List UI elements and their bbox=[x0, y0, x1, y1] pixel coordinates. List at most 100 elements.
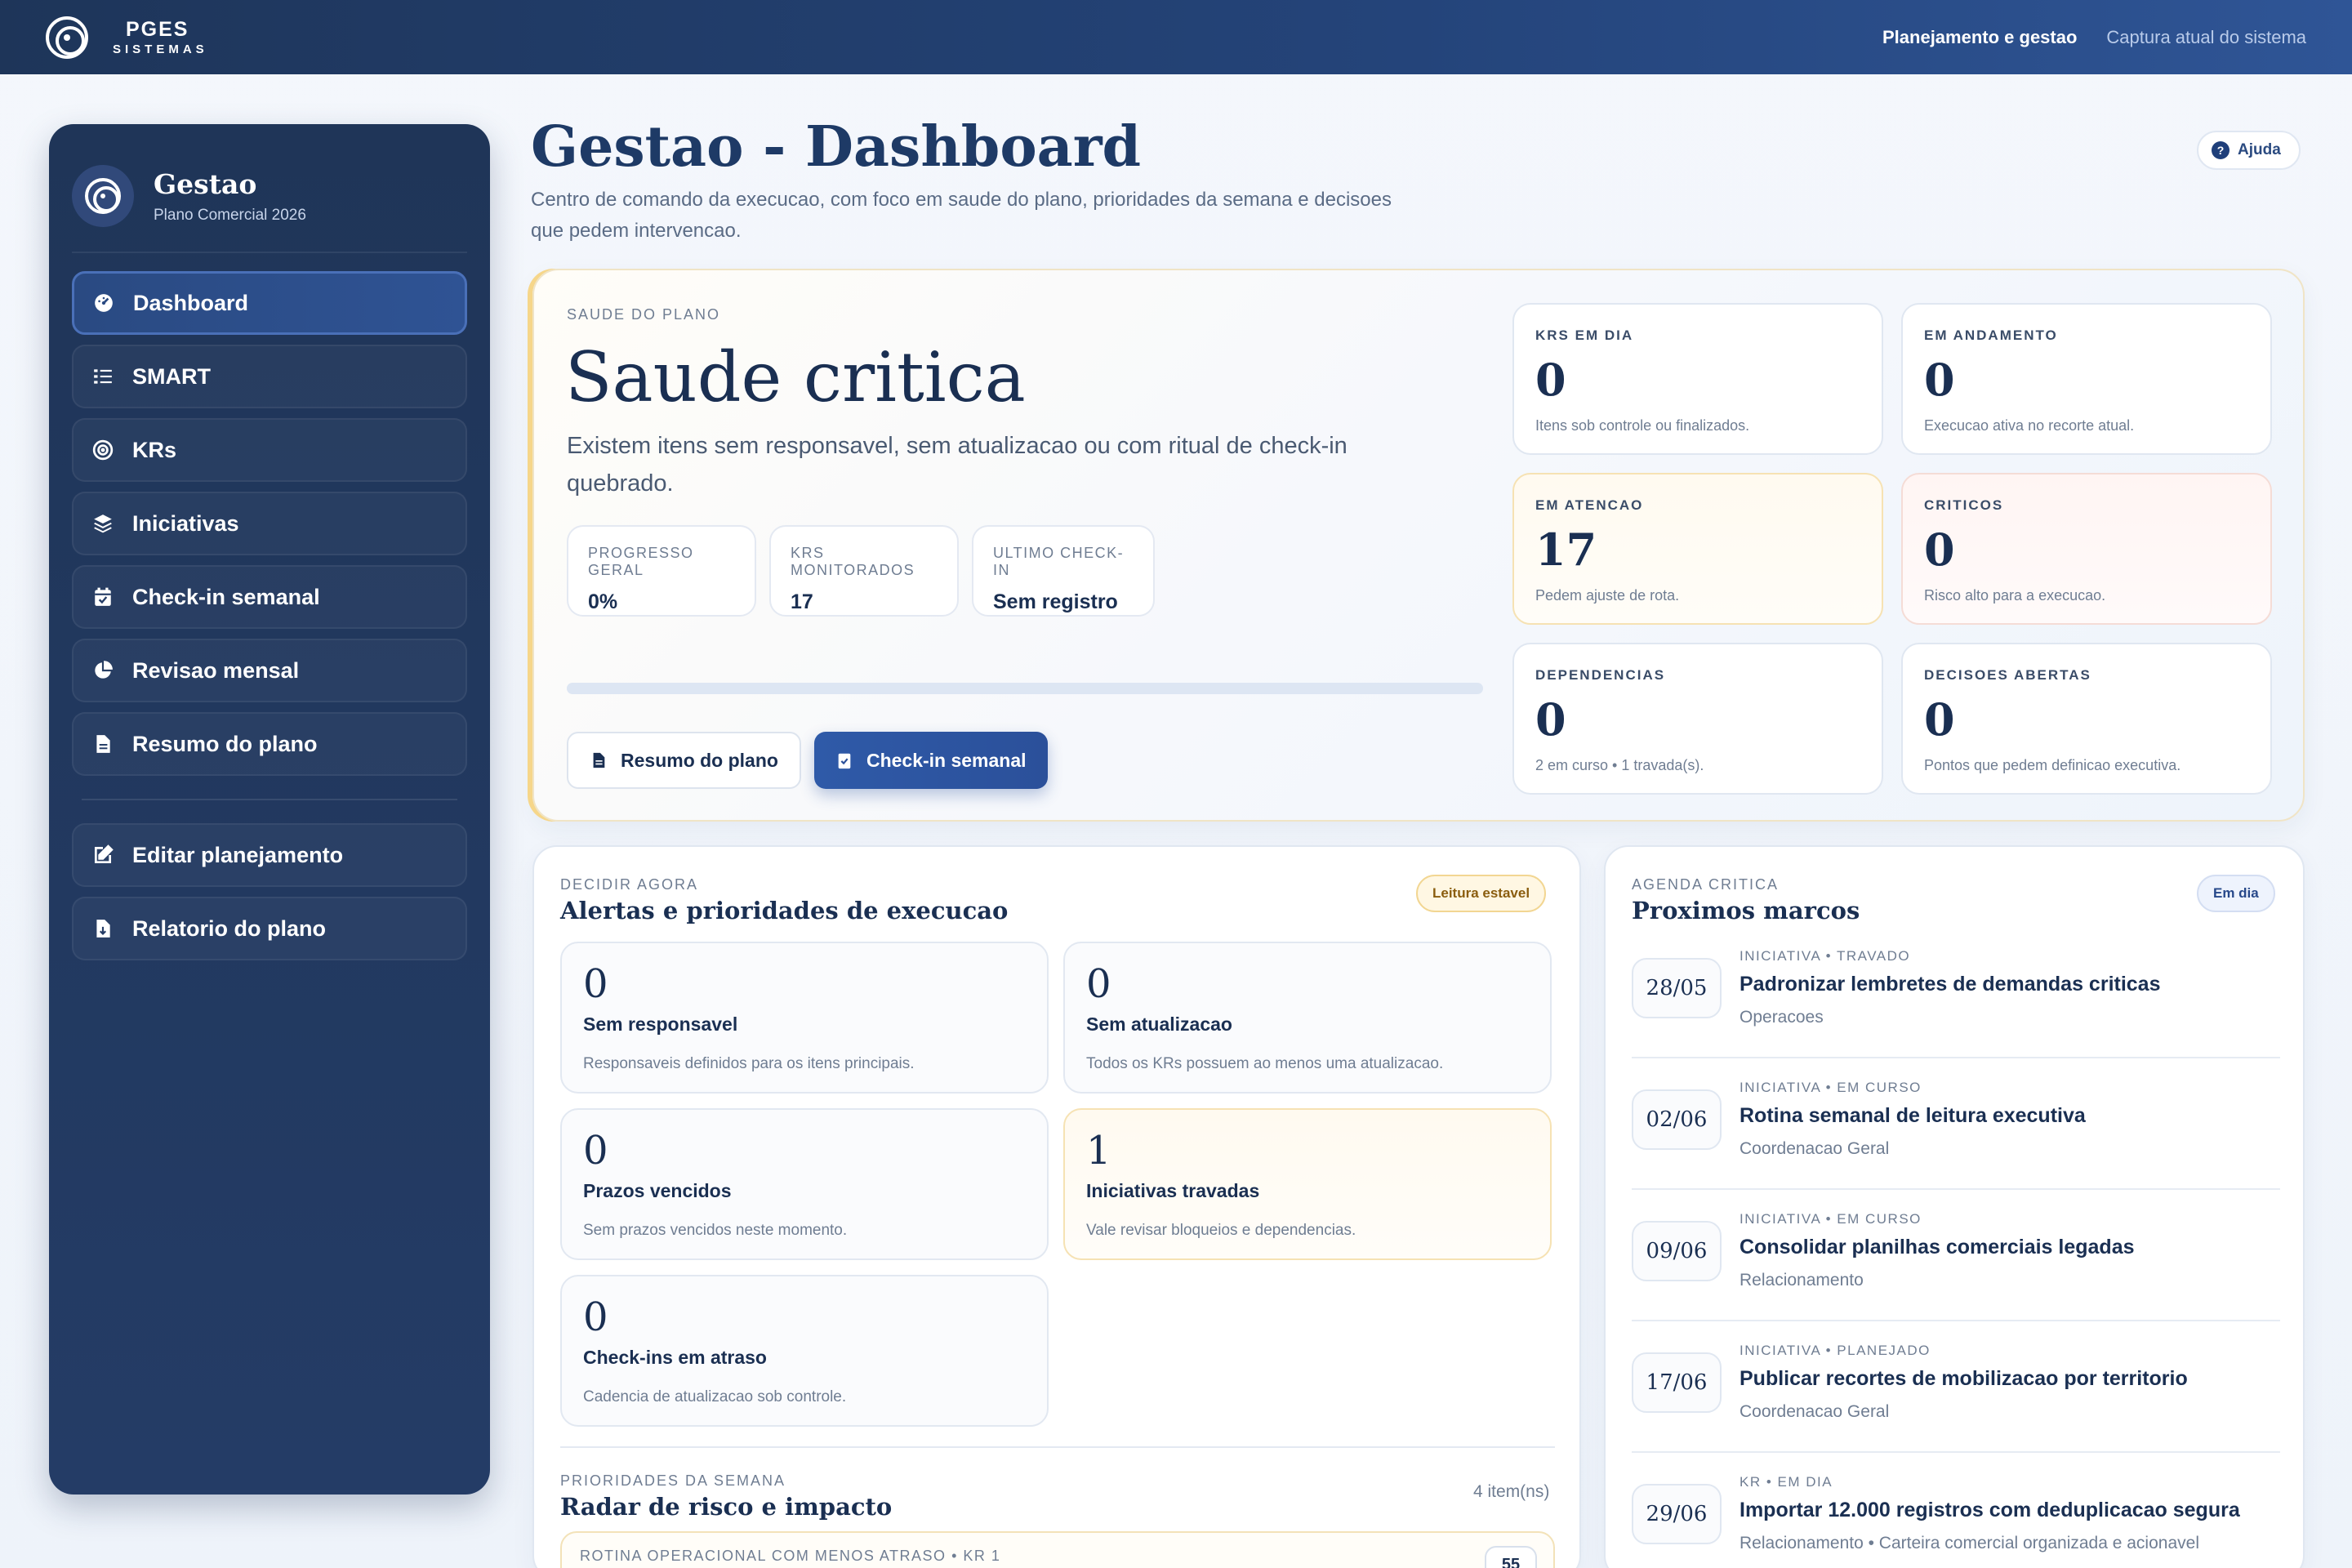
alert-value: 0 bbox=[583, 961, 608, 1007]
section-divider bbox=[560, 1446, 1555, 1448]
mini-stats: PROGRESSO GERAL 0% KRS MONITORADOS 17 UL… bbox=[567, 525, 1155, 617]
alert-title: Sem atualizacao bbox=[1086, 1013, 1232, 1035]
alert-sem-atualizacao[interactable]: 0 Sem atualizacao Todos os KRs possuem a… bbox=[1063, 942, 1552, 1094]
brand-subtitle: SISTEMAS bbox=[113, 42, 208, 56]
milestone-owner: Coordenacao Geral bbox=[1740, 1139, 1890, 1158]
sidebar-item-krs[interactable]: KRs bbox=[72, 418, 467, 482]
radar-count: 4 item(ns) bbox=[1473, 1482, 1550, 1501]
sidebar-item-label: Relatorio do plano bbox=[132, 915, 327, 941]
sidebar-item-label: Dashboard bbox=[133, 290, 249, 315]
milestone-date: 09/06 bbox=[1632, 1221, 1722, 1281]
status-badge: Leitura estavel bbox=[1416, 875, 1547, 912]
sidebar-header: Gestao Plano Comercial 2026 bbox=[72, 124, 467, 253]
sidebar-item-smart[interactable]: SMART bbox=[72, 345, 467, 408]
clipboard-check-icon bbox=[838, 753, 851, 769]
document-icon bbox=[91, 733, 114, 755]
alert-iniciativas-travadas[interactable]: 1 Iniciativas travadas Vale revisar bloq… bbox=[1063, 1108, 1552, 1260]
sidebar-nav: Dashboard SMART KRs Iniciativas Check-in… bbox=[72, 271, 467, 960]
radar-score: 55 bbox=[1485, 1546, 1537, 1568]
milestone-date: 29/06 bbox=[1632, 1484, 1722, 1544]
stat-label: DECISOES ABERTAS bbox=[1924, 667, 2091, 683]
sidebar-item-label: Editar planejamento bbox=[132, 842, 344, 867]
stat-value: 0 bbox=[1535, 693, 1566, 746]
sidebar-item-iniciativas[interactable]: Iniciativas bbox=[72, 492, 467, 555]
alert-value: 0 bbox=[583, 1128, 608, 1174]
overall-progress-bar bbox=[567, 683, 1483, 694]
alert-value: 0 bbox=[1086, 961, 1111, 1007]
list-item[interactable]: 29/06 KR • EM DIA Importar 12.000 regist… bbox=[1632, 1453, 2280, 1568]
stat-note: Execucao ativa no recorte atual. bbox=[1924, 417, 2135, 434]
milestone-title: Padronizar lembretes de demandas critica… bbox=[1740, 973, 2161, 996]
stat-note: Pontos que pedem definicao executiva. bbox=[1924, 757, 2181, 773]
sidebar-item-relatorio[interactable]: Relatorio do plano bbox=[72, 897, 467, 960]
sidebar-item-checkin[interactable]: Check-in semanal bbox=[72, 565, 467, 629]
dashboard-icon bbox=[92, 292, 115, 314]
help-icon: ? bbox=[2212, 141, 2230, 159]
radar-row[interactable]: ROTINA OPERACIONAL COM MENOS ATRASO • KR… bbox=[560, 1531, 1555, 1568]
sidebar-item-label: Iniciativas bbox=[132, 510, 239, 536]
stat-value: 0 bbox=[1924, 693, 1955, 746]
sidebar-item-revisao[interactable]: Revisao mensal bbox=[72, 639, 467, 702]
sidebar-item-dashboard[interactable]: Dashboard bbox=[72, 271, 467, 335]
mini-stat-label: ULTIMO CHECK-IN bbox=[993, 545, 1125, 578]
brand[interactable]: PGES SISTEMAS bbox=[46, 16, 208, 59]
list-item[interactable]: 02/06 INICIATIVA • EM CURSO Rotina seman… bbox=[1632, 1058, 2280, 1190]
help-button[interactable]: ? Ajuda bbox=[2197, 131, 2301, 170]
sidebar-item-editar[interactable]: Editar planejamento bbox=[72, 823, 467, 887]
brand-logo-icon bbox=[46, 16, 88, 59]
milestone-list: 28/05 INICIATIVA • TRAVADO Padronizar le… bbox=[1632, 927, 2280, 1568]
plan-summary-button[interactable]: Resumo do plano bbox=[567, 732, 801, 789]
button-label: Check-in semanal bbox=[866, 749, 1027, 771]
milestone-date: 02/06 bbox=[1632, 1089, 1722, 1150]
weekly-checkin-button[interactable]: Check-in semanal bbox=[813, 732, 1048, 789]
alert-title: Sem responsavel bbox=[583, 1013, 738, 1035]
top-link-planejamento[interactable]: Planejamento e gestao bbox=[1882, 27, 2077, 48]
sidebar-item-resumo[interactable]: Resumo do plano bbox=[72, 712, 467, 776]
page-description: Centro de comando da execucao, com foco … bbox=[531, 189, 1392, 242]
milestones-panel: AGENDA CRITICA Proximos marcos Em dia 28… bbox=[1604, 845, 2305, 1568]
mini-stat-progress: PROGRESSO GERAL 0% bbox=[567, 525, 756, 617]
stat-criticos: CRITICOS 0 Risco alto para a execucao. bbox=[1901, 473, 2272, 625]
calendar-check-icon bbox=[91, 586, 114, 608]
alert-prazos-vencidos[interactable]: 0 Prazos vencidos Sem prazos vencidos ne… bbox=[560, 1108, 1049, 1260]
milestone-owner: Relacionamento • Carteira comercial orga… bbox=[1740, 1534, 2199, 1552]
radar-eyebrow: PRIORIDADES DA SEMANA bbox=[560, 1472, 786, 1489]
hero-title: Saude critica bbox=[565, 337, 1026, 417]
sidebar-title: Gestao bbox=[154, 167, 257, 200]
help-label: Ajuda bbox=[2238, 141, 2281, 158]
stat-value: 0 bbox=[1924, 523, 1955, 576]
stat-label: CRITICOS bbox=[1924, 497, 2004, 513]
stat-value: 0 bbox=[1924, 354, 1955, 406]
stat-note: Itens sob controle ou finalizados. bbox=[1535, 417, 1750, 434]
page-title: Gestao - Dashboard bbox=[531, 114, 1142, 180]
stat-em-atencao: EM ATENCAO 17 Pedem ajuste de rota. bbox=[1512, 473, 1883, 625]
status-badge: Em dia bbox=[2197, 875, 2275, 912]
mini-stat-value: 17 bbox=[791, 590, 813, 613]
sidebar-subtitle: Plano Comercial 2026 bbox=[154, 206, 306, 224]
alerts-panel: DECIDIR AGORA Alertas e prioridades de e… bbox=[532, 845, 1581, 1568]
list-item[interactable]: 09/06 INICIATIVA • EM CURSO Consolidar p… bbox=[1632, 1190, 2280, 1321]
milestone-tag: KR • EM DIA bbox=[1740, 1474, 1833, 1490]
mini-stat-label: KRS MONITORADOS bbox=[791, 545, 915, 578]
alert-checkins-atraso[interactable]: 0 Check-ins em atraso Cadencia de atuali… bbox=[560, 1275, 1049, 1427]
sidebar-divider bbox=[82, 799, 457, 800]
panel-title: Alertas e prioridades de execucao bbox=[560, 897, 1009, 924]
milestone-title: Publicar recortes de mobilizacao por ter… bbox=[1740, 1367, 2188, 1390]
list-item[interactable]: 28/05 INICIATIVA • TRAVADO Padronizar le… bbox=[1632, 927, 2280, 1058]
alert-sem-responsavel[interactable]: 0 Sem responsavel Responsaveis definidos… bbox=[560, 942, 1049, 1094]
kr-status-grid: KRS EM DIA 0 Itens sob controle ou final… bbox=[1512, 303, 2272, 795]
milestone-owner: Relacionamento bbox=[1740, 1271, 1864, 1290]
radar-title: Radar de risco e impacto bbox=[560, 1493, 893, 1521]
sidebar-item-label: KRs bbox=[132, 437, 177, 462]
milestone-tag: INICIATIVA • EM CURSO bbox=[1740, 1211, 1922, 1227]
panel-title: Proximos marcos bbox=[1632, 897, 1860, 924]
sidebar-item-label: Check-in semanal bbox=[132, 584, 320, 609]
alert-title: Check-ins em atraso bbox=[583, 1347, 767, 1368]
alert-value: 1 bbox=[1086, 1128, 1111, 1174]
milestone-title: Importar 12.000 registros com deduplicac… bbox=[1740, 1499, 2240, 1521]
alert-note: Sem prazos vencidos neste momento. bbox=[583, 1222, 848, 1239]
alert-title: Prazos vencidos bbox=[583, 1180, 732, 1201]
list-item[interactable]: 17/06 INICIATIVA • PLANEJADO Publicar re… bbox=[1632, 1321, 2280, 1453]
milestone-date: 28/05 bbox=[1632, 958, 1722, 1018]
top-link-captura[interactable]: Captura atual do sistema bbox=[2106, 27, 2306, 48]
